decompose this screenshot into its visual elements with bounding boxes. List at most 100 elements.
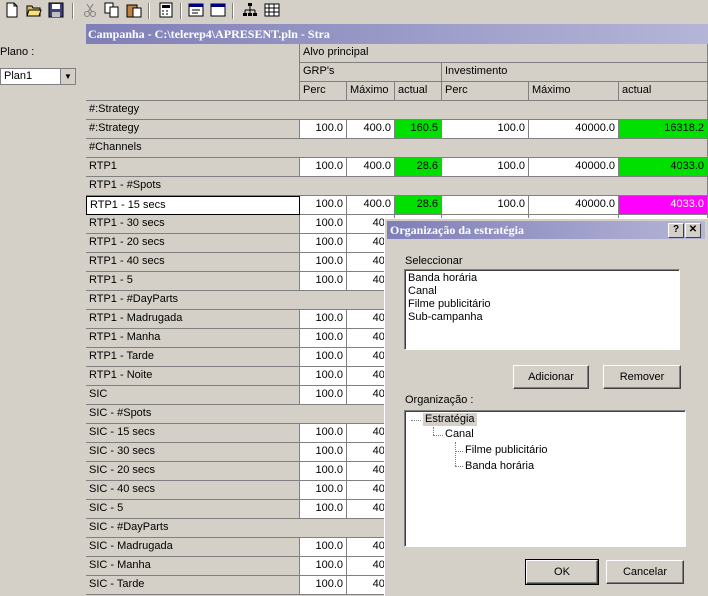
select-listbox[interactable]: Banda horária Canal Filme publicitário S… [404, 269, 680, 350]
table-cell[interactable]: 100.0 [300, 481, 347, 500]
tree-node-time-band[interactable]: Banda horária [465, 460, 534, 473]
table-cell[interactable]: 100.0 [300, 253, 347, 272]
row-label[interactable]: SIC - 40 secs [86, 481, 300, 500]
tree-line [455, 466, 463, 467]
group-header-row: #:Strategy [86, 101, 708, 120]
table-cell[interactable]: 100.0 [300, 462, 347, 481]
table-cell[interactable]: 100.0 [300, 367, 347, 386]
table-cell[interactable]: 28.6 [395, 158, 442, 177]
ok-button[interactable]: OK [525, 559, 599, 585]
column-header: Máximo [529, 82, 619, 101]
table-cell[interactable]: 100.0 [300, 348, 347, 367]
table-cell[interactable]: 400.0 [347, 158, 395, 177]
save-icon[interactable] [48, 2, 64, 18]
row-label[interactable]: RTP1 - Tarde [86, 348, 300, 367]
row-label[interactable]: RTP1 - Noite [86, 367, 300, 386]
table-cell[interactable]: 100.0 [442, 120, 529, 139]
tree-structure-icon[interactable] [242, 2, 258, 18]
strategy-organization-dialog: Organização da estratégia ? ✕ Selecciona… [384, 218, 708, 596]
table-cell[interactable]: 100.0 [442, 158, 529, 177]
list-item[interactable]: Canal [408, 285, 437, 298]
row-label[interactable]: RTP1 - 20 secs [86, 234, 300, 253]
row-label[interactable]: SIC - Tarde [86, 576, 300, 595]
organization-tree[interactable]: Estratégia Canal Filme publicitário Band… [404, 410, 686, 547]
table-cell[interactable]: 28.6 [395, 196, 442, 215]
row-label[interactable]: RTP1 - Manha [86, 329, 300, 348]
list-item[interactable]: Banda horária [408, 272, 477, 285]
plano-label: Plano : [0, 46, 35, 58]
row-label[interactable]: RTP1 - 30 secs [86, 215, 300, 234]
grid-corner [86, 44, 300, 101]
cut-icon[interactable] [82, 2, 98, 18]
row-label[interactable]: SIC - 20 secs [86, 462, 300, 481]
table-cell[interactable]: 100.0 [300, 310, 347, 329]
plan-select[interactable]: Plan1 ▼ [0, 68, 76, 85]
window-title: Campanha - C:\telerep4\APRESENT.pln - St… [86, 24, 708, 44]
table-cell[interactable]: 100.0 [300, 158, 347, 177]
dialog-title-text: Organização da estratégia [390, 223, 524, 237]
row-label[interactable]: RTP1 - 15 secs [86, 196, 300, 215]
table-cell[interactable]: 4033.0 [619, 196, 708, 215]
table-cell[interactable]: 100.0 [300, 272, 347, 291]
window-icon[interactable] [210, 2, 226, 18]
table-cell[interactable]: 100.0 [300, 557, 347, 576]
row-label[interactable]: SIC - 15 secs [86, 424, 300, 443]
properties-icon[interactable] [188, 2, 204, 18]
tree-node-strategy[interactable]: Estratégia [423, 413, 477, 426]
table-cell[interactable]: 16318.2 [619, 120, 708, 139]
row-label[interactable]: RTP1 - 5 [86, 272, 300, 291]
table-cell[interactable]: 100.0 [300, 576, 347, 595]
row-label[interactable]: #:Strategy [86, 120, 300, 139]
table-cell[interactable]: 4033.0 [619, 158, 708, 177]
remove-button[interactable]: Remover [603, 365, 681, 389]
tree-line [433, 427, 434, 435]
add-button[interactable]: Adicionar [513, 365, 589, 389]
table-cell[interactable]: 100.0 [300, 329, 347, 348]
column-header: Perc [300, 82, 347, 101]
row-label[interactable]: SIC - 30 secs [86, 443, 300, 462]
table-cell[interactable]: 400.0 [347, 196, 395, 215]
table-cell[interactable]: 100.0 [300, 120, 347, 139]
group-header-row: #Channels [86, 139, 708, 158]
tree-line [411, 420, 421, 421]
paste-icon[interactable] [126, 2, 142, 18]
copy-icon[interactable] [104, 2, 120, 18]
header-target: Alvo principal [300, 44, 708, 63]
table-cell[interactable]: 100.0 [300, 196, 347, 215]
help-button[interactable]: ? [668, 223, 684, 238]
table-grid-icon[interactable] [264, 2, 280, 18]
row-label[interactable]: SIC - Manha [86, 557, 300, 576]
open-folder-icon[interactable] [26, 2, 42, 18]
table-cell[interactable]: 100.0 [300, 234, 347, 253]
row-label[interactable]: SIC - 5 [86, 500, 300, 519]
table-cell[interactable]: 100.0 [300, 500, 347, 519]
close-button[interactable]: ✕ [685, 223, 701, 238]
table-cell[interactable]: 100.0 [300, 215, 347, 234]
organization-label: Organização : [405, 394, 474, 406]
table-cell[interactable]: 400.0 [347, 120, 395, 139]
column-header: Máximo [347, 82, 395, 101]
table-cell[interactable]: 100.0 [300, 443, 347, 462]
list-item[interactable]: Sub-campanha [408, 311, 483, 324]
new-file-icon[interactable] [4, 2, 20, 18]
row-label[interactable]: RTP1 - 40 secs [86, 253, 300, 272]
tree-node-film[interactable]: Filme publicitário [465, 444, 548, 457]
table-cell[interactable]: 100.0 [300, 538, 347, 557]
calculator-icon[interactable] [158, 2, 174, 18]
tree-line [455, 451, 463, 452]
table-cell[interactable]: 100.0 [300, 424, 347, 443]
table-cell[interactable]: 40000.0 [529, 196, 619, 215]
row-label[interactable]: RTP1 [86, 158, 300, 177]
cancel-button[interactable]: Cancelar [606, 560, 684, 584]
chevron-down-icon[interactable]: ▼ [60, 69, 75, 84]
row-label[interactable]: RTP1 - Madrugada [86, 310, 300, 329]
row-label[interactable]: SIC [86, 386, 300, 405]
tree-node-channel[interactable]: Canal [445, 428, 474, 441]
table-cell[interactable]: 160.5 [395, 120, 442, 139]
list-item[interactable]: Filme publicitário [408, 298, 491, 311]
row-label[interactable]: SIC - Madrugada [86, 538, 300, 557]
table-cell[interactable]: 40000.0 [529, 120, 619, 139]
table-cell[interactable]: 100.0 [300, 386, 347, 405]
table-cell[interactable]: 100.0 [442, 196, 529, 215]
table-cell[interactable]: 40000.0 [529, 158, 619, 177]
